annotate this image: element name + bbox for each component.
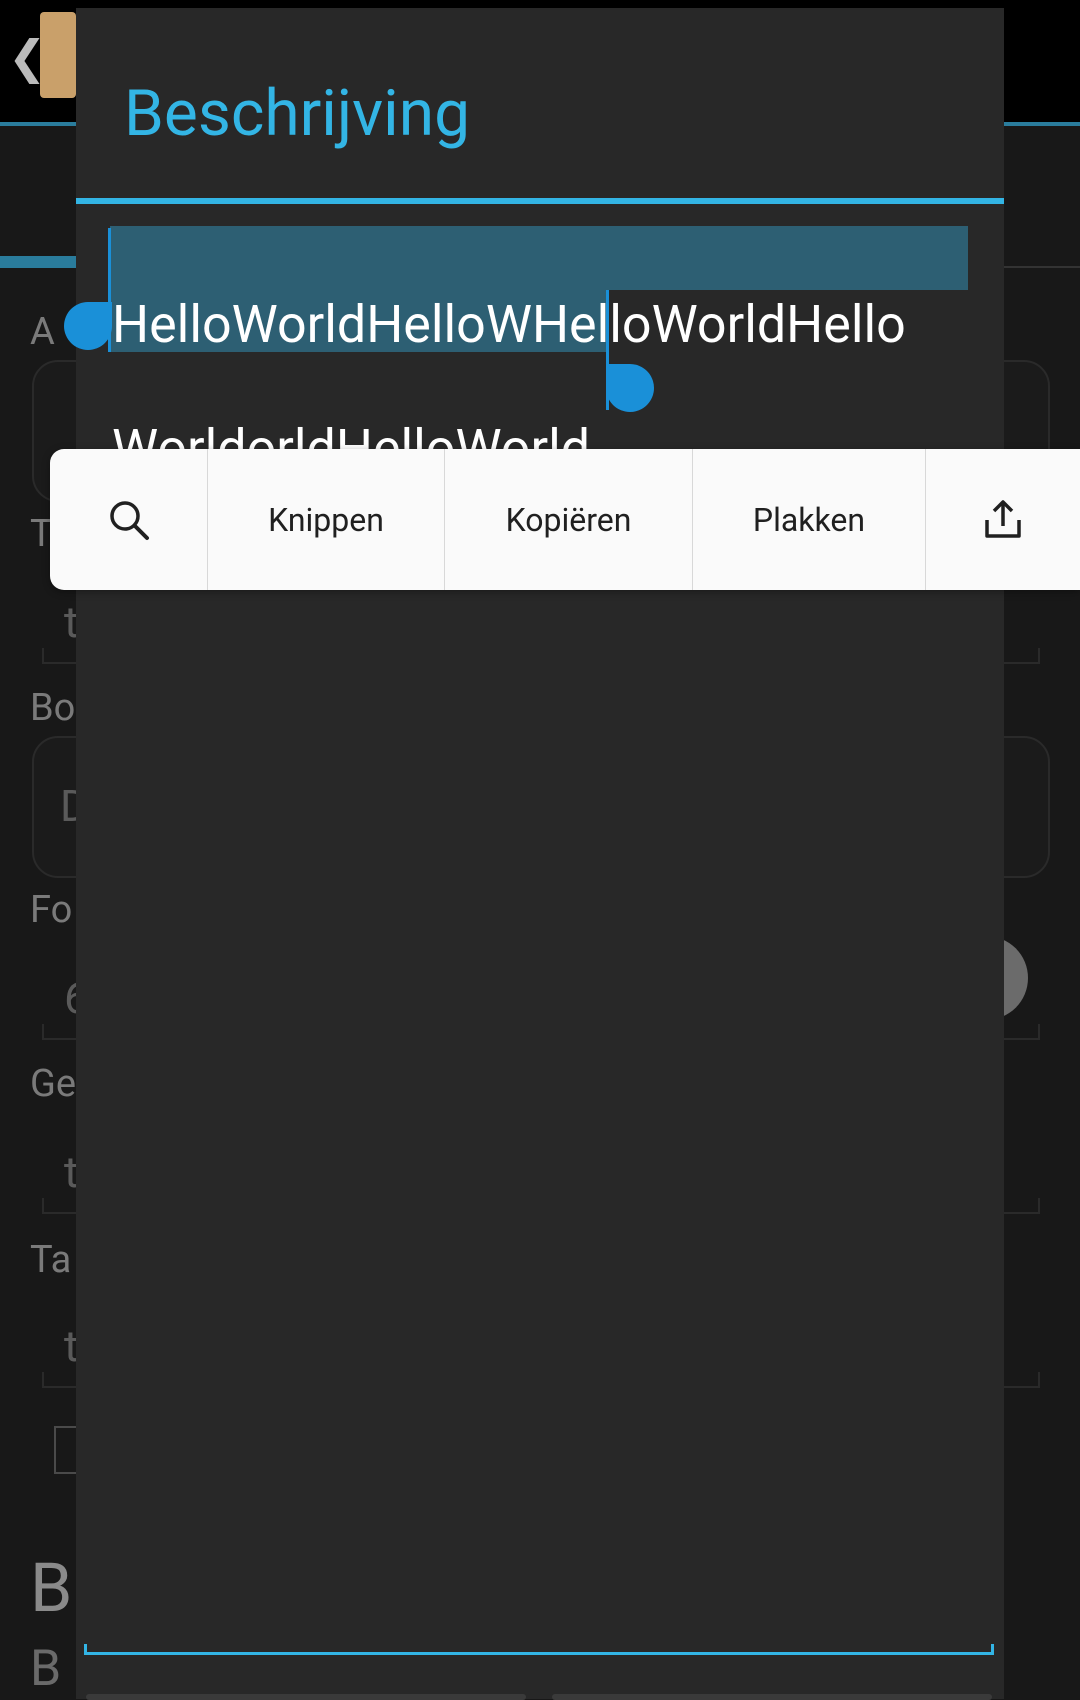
title-divider [76, 198, 1004, 204]
tab-divider [1000, 266, 1080, 268]
background-label-fragment: B [30, 1640, 62, 1698]
app-logo [40, 12, 76, 98]
background-label-fragment: Fo [30, 888, 73, 932]
dialog-title: Beschrijving [124, 76, 470, 151]
background-heading-fragment: B [30, 1548, 73, 1628]
input-underline [84, 1652, 994, 1655]
input-underline-tick [84, 1644, 87, 1655]
text-selection-toolbar: Knippen Kopiëren Plakken [50, 449, 1080, 590]
background-label-fragment: Bo [30, 686, 76, 730]
background-label-fragment: Ge [30, 1062, 77, 1106]
search-button[interactable] [50, 449, 207, 590]
copy-button[interactable]: Kopiëren [445, 449, 692, 590]
dialog-button-right[interactable] [552, 1694, 992, 1700]
background-label-fragment: A [30, 310, 55, 354]
selection-start-handle[interactable] [64, 302, 112, 350]
selection-end-handle[interactable] [606, 364, 654, 412]
background-label-fragment: Ta [30, 1238, 72, 1282]
description-dialog: Beschrijving HelloWorldHelloWHelloWorldH… [64, 8, 1004, 1700]
share-icon [985, 499, 1021, 538]
description-text-line: HelloWorldHelloWHelloWorldHello [112, 294, 906, 355]
dialog-button-left[interactable] [86, 1694, 526, 1700]
tab-indicator [0, 256, 78, 268]
paste-button[interactable]: Plakken [693, 449, 925, 590]
cut-button[interactable]: Knippen [208, 449, 444, 590]
search-icon [109, 500, 149, 540]
share-button[interactable] [926, 449, 1080, 590]
input-underline-tick [991, 1644, 994, 1655]
